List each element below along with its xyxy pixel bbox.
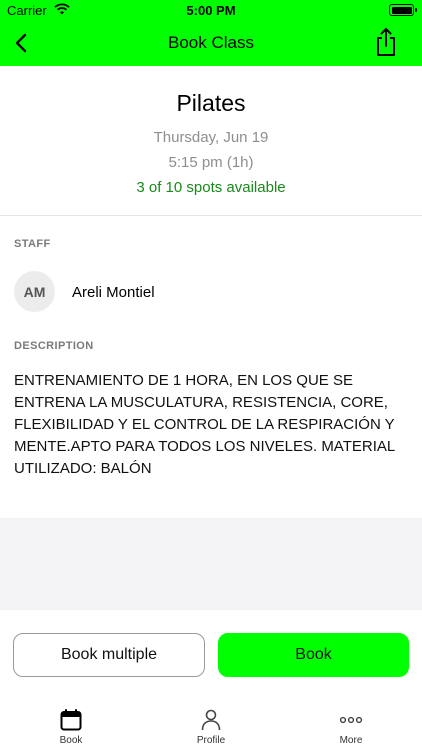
class-name: Pilates <box>176 90 246 116</box>
tab-more[interactable]: More <box>301 700 401 750</box>
tab-book-label: Book <box>59 735 83 746</box>
tab-bar: Book Profile More <box>0 700 422 750</box>
class-time: 5:15 pm (1h) <box>168 154 254 171</box>
tab-book[interactable]: Book <box>21 700 121 750</box>
spots-available: 3 of 10 spots available <box>136 179 286 196</box>
tab-profile-label: Profile <box>196 735 226 746</box>
calendar-icon <box>60 709 82 731</box>
status-time: 5:00 PM <box>186 3 236 18</box>
person-icon <box>201 709 221 731</box>
share-icon[interactable] <box>372 26 400 58</box>
staff-name: Areli Montiel <box>72 284 155 301</box>
navigation-bar: Book Class <box>0 20 422 66</box>
book-button[interactable]: Book <box>218 633 409 677</box>
ellipsis-icon <box>339 716 363 724</box>
description-text: ENTRENAMIENTO DE 1 HORA, EN LOS QUE SE E… <box>14 372 395 477</box>
avatar: AM <box>14 271 55 312</box>
class-date: Thursday, Jun 19 <box>153 129 269 146</box>
status-bar: Carrier 5:00 PM <box>0 0 422 20</box>
tab-profile[interactable]: Profile <box>161 700 261 750</box>
staff-section-label: STAFF <box>14 238 51 250</box>
content-spacer <box>0 518 422 610</box>
tab-more-label: More <box>339 735 363 746</box>
battery-icon <box>389 4 417 16</box>
class-summary: Pilates Thursday, Jun 19 5:15 pm (1h) 3 … <box>0 66 422 216</box>
header-bar: Carrier 5:00 PM Book Class <box>0 0 422 66</box>
page-title: Book Class <box>168 33 254 52</box>
staff-member[interactable]: AM Areli Montiel <box>14 271 410 315</box>
book-multiple-button[interactable]: Book multiple <box>13 633 205 677</box>
description-section-label: DESCRIPTION <box>14 340 94 352</box>
